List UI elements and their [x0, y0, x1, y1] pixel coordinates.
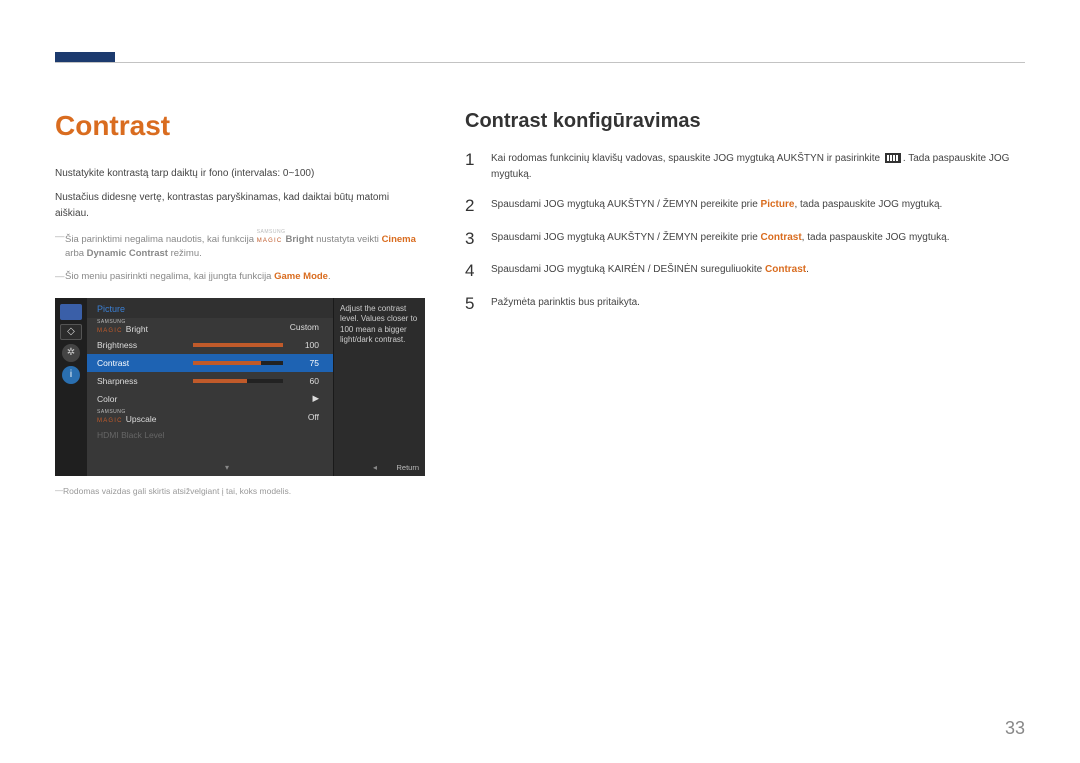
note1-dyn: Dynamic Contrast [87, 248, 168, 259]
osd-contrast-label: Contrast [97, 358, 177, 368]
section-subtitle: Contrast konfigūravimas [465, 110, 1025, 133]
step-2: 2 Spausdami JOG mygtuką AUKŠTYN / ŽEMYN … [465, 197, 1025, 216]
osd-upscale-value: Off [289, 412, 323, 422]
step-2-text: Spausdami JOG mygtuką AUKŠTYN / ŽEMYN pe… [491, 197, 1025, 216]
osd-magicbright-label: SAMSUNGMAGICBright [97, 320, 177, 334]
contrast-slider [193, 361, 283, 365]
osd-nav-down-icon: ▾ [225, 463, 229, 472]
osd-main: Picture SAMSUNGMAGICBright Custom Bright… [87, 298, 333, 476]
osd-nav-left-icon: ◂ [373, 463, 377, 472]
osd-tab-settings-icon[interactable]: ✲ [62, 344, 80, 362]
columns: Contrast Nustatykite kontrastą tarp daik… [55, 110, 1025, 496]
osd-brightness-value: 100 [289, 340, 323, 350]
osd-help-panel: Adjust the contrast level. Values closer… [333, 298, 425, 476]
osd-tab-picture-icon[interactable] [60, 304, 82, 320]
osd-color-label: Color [97, 394, 177, 404]
brightness-slider [193, 343, 283, 347]
intro-line-1: Nustatykite kontrastą tarp daiktų ir fon… [55, 166, 425, 182]
step-3-num: 3 [465, 230, 479, 249]
osd-sharpness-label: Sharpness [97, 376, 177, 386]
left-column: Contrast Nustatykite kontrastą tarp daik… [55, 110, 425, 496]
page: Contrast Nustatykite kontrastą tarp daik… [0, 0, 1080, 763]
note1-d: režimu. [168, 248, 202, 259]
osd-hdmi-label: HDMI Black Level [97, 430, 177, 440]
step-1: 1 Kai rodomas funkcinių klavišų vadovas,… [465, 151, 1025, 183]
osd-header: Picture [87, 298, 333, 318]
step-5-num: 5 [465, 295, 479, 314]
step-1-num: 1 [465, 151, 479, 183]
osd-sharpness-value: 60 [289, 376, 323, 386]
step-4-num: 4 [465, 262, 479, 281]
step-1-text: Kai rodomas funkcinių klavišų vadovas, s… [491, 151, 1025, 183]
note2-b: . [328, 271, 331, 282]
header-rule [55, 62, 1025, 63]
step-2-num: 2 [465, 197, 479, 216]
note1-cinema: Cinema [382, 234, 416, 245]
osd-tab-second-icon[interactable]: ◇ [60, 324, 82, 340]
osd-brightness-label: Brightness [97, 340, 177, 350]
osd-color-arrow: ▶ [289, 393, 323, 404]
page-title: Contrast [55, 110, 425, 142]
header-accent-block [55, 52, 115, 62]
step-3: 3 Spausdami JOG mygtuką AUKŠTYN / ŽEMYN … [465, 230, 1025, 249]
osd-panel: ◇ ✲ i Picture SAMSUNGMAGICBright Custom … [55, 298, 425, 476]
intro-line-2: Nustačius didesnę vertę, kontrastas pary… [55, 190, 425, 222]
menu-icon [885, 153, 901, 163]
osd-help-text: Adjust the contrast level. Values closer… [340, 304, 419, 346]
step-3-text: Spausdami JOG mygtuką AUKŠTYN / ŽEMYN pe… [491, 230, 1025, 249]
osd-row-brightness[interactable]: Brightness 100 [87, 336, 333, 354]
osd-upscale-label: SAMSUNGMAGICUpscale [97, 410, 177, 424]
note1-bright: Bright [285, 234, 313, 245]
note1-a: Šia parinktimi negalima naudotis, kai fu… [65, 234, 257, 245]
note2-game: Game Mode [274, 271, 328, 282]
sharpness-slider [193, 379, 283, 383]
note1-b: nustatyta veikti [313, 234, 381, 245]
steps-list: 1 Kai rodomas funkcinių klavišų vadovas,… [465, 151, 1025, 314]
step-5-text: Pažymėta parinktis bus pritaikyta. [491, 295, 1025, 314]
note-2: Šio meniu pasirinkti negalima, kai įjung… [55, 270, 425, 284]
step-4-text: Spausdami JOG mygtuką KAIRĖN / DEŠINĖN s… [491, 262, 1025, 281]
osd-row-color[interactable]: Color ▶ [87, 390, 333, 408]
osd-contrast-value: 75 [289, 358, 323, 368]
osd-sidebar: ◇ ✲ i [55, 298, 87, 476]
note2-a: Šio meniu pasirinkti negalima, kai įjung… [65, 271, 274, 282]
note1-c: arba [65, 248, 87, 259]
osd-row-contrast[interactable]: Contrast 75 [87, 354, 333, 372]
page-number: 33 [1005, 718, 1025, 739]
osd-rows: SAMSUNGMAGICBright Custom Brightness 100… [87, 318, 333, 476]
step-5: 5 Pažymėta parinktis bus pritaikyta. [465, 295, 1025, 314]
osd-row-magicbright[interactable]: SAMSUNGMAGICBright Custom [87, 318, 333, 336]
right-column: Contrast konfigūravimas 1 Kai rodomas fu… [465, 110, 1025, 496]
note-1: Šia parinktimi negalima naudotis, kai fu… [55, 230, 425, 262]
osd-return-label[interactable]: Return [396, 463, 419, 472]
osd-tab-info-icon[interactable]: i [62, 366, 80, 384]
osd-row-sharpness[interactable]: Sharpness 60 [87, 372, 333, 390]
osd-row-upscale[interactable]: SAMSUNGMAGICUpscale Off [87, 408, 333, 426]
step-4: 4 Spausdami JOG mygtuką KAIRĖN / DEŠINĖN… [465, 262, 1025, 281]
magic-label: SAMSUNGMAGIC [257, 230, 286, 245]
osd-caption: Rodomas vaizdas gali skirtis atsižvelgia… [55, 486, 425, 496]
osd-row-hdmi: HDMI Black Level [87, 426, 333, 444]
osd-magicbright-value: Custom [289, 322, 323, 332]
